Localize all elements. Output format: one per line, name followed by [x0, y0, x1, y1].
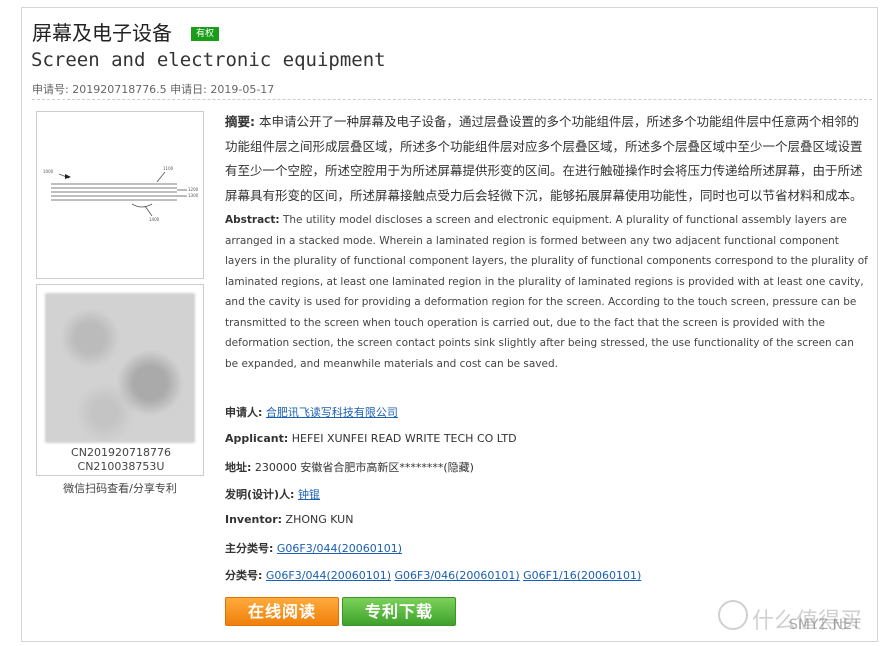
inventor-en-value: ZHONG KUN — [285, 513, 354, 526]
abstract-en-text: The utility model discloses a screen and… — [225, 214, 868, 370]
main-class-label: 主分类号: — [225, 542, 274, 555]
watermark-site: SMYZ.NET — [789, 617, 861, 633]
patent-drawing: 1000 1100 1200 1300 1400 — [43, 166, 199, 222]
applicant-en-label: Applicant: — [225, 432, 289, 445]
abstract-cn-text: 本申请公开了一种屏幕及电子设备，通过层叠设置的多个功能组件层，所述多个功能组件层… — [225, 114, 863, 203]
class-link[interactable]: G06F1/16(20060101) — [523, 569, 641, 582]
application-meta: 申请号: 201920718776.5 申请日: 2019-05-17 — [32, 83, 275, 96]
applicant-cn-label: 申请人: — [225, 406, 263, 419]
qr-code-panel: CN201920718776 CN210038753U — [36, 284, 204, 476]
abstract-cn: 摘要: 本申请公开了一种屏幕及电子设备，通过层叠设置的多个功能组件层，所述多个功… — [225, 110, 868, 208]
main-class-link[interactable]: G06F3/044(20060101) — [277, 542, 402, 555]
status-badge: 有权 — [191, 27, 219, 41]
drawing-label: 1400 — [149, 217, 160, 222]
read-online-button[interactable]: 在线阅读 — [225, 597, 339, 626]
drawing-label: 1300 — [188, 193, 199, 198]
patent-title-cn: 屏幕及电子设备 — [32, 21, 172, 45]
arrow-icon — [65, 174, 71, 179]
qr-publication-number: CN210038753U — [77, 460, 165, 473]
drawing-label: 1200 — [188, 187, 199, 192]
classes-row: 分类号: G06F3/044(20060101) G06F3/046(20060… — [225, 567, 641, 583]
patent-drawing-thumbnail[interactable]: 1000 1100 1200 1300 1400 — [36, 111, 204, 279]
inventor-en-row: Inventor: ZHONG KUN — [225, 513, 353, 526]
address-label: 地址: — [225, 461, 252, 474]
drawing-label: 1000 — [43, 169, 54, 174]
patent-title-en: Screen and electronic equipment — [31, 49, 386, 71]
abstract-section: 摘要: 本申请公开了一种屏幕及电子设备，通过层叠设置的多个功能组件层，所述多个功… — [225, 110, 868, 374]
main-class-row: 主分类号: G06F3/044(20060101) — [225, 540, 402, 556]
download-patent-button[interactable]: 专利下载 — [342, 597, 456, 626]
qr-caption: 微信扫码查看/分享专利 — [63, 482, 177, 495]
drawing-label: 1100 — [163, 166, 174, 171]
divider — [32, 99, 872, 100]
qr-code-icon — [45, 293, 195, 443]
applicant-en-row: Applicant: HEFEI XUNFEI READ WRITE TECH … — [225, 432, 517, 445]
inventor-cn-label: 发明(设计)人: — [225, 488, 295, 501]
applicant-en-value: HEFEI XUNFEI READ WRITE TECH CO LTD — [291, 432, 517, 445]
inventor-cn-link[interactable]: 钟锟 — [298, 488, 320, 501]
class-link[interactable]: G06F3/046(20060101) — [395, 569, 520, 582]
applicant-cn-link[interactable]: 合肥讯飞读写科技有限公司 — [266, 406, 398, 419]
inventor-en-label: Inventor: — [225, 513, 283, 526]
applicant-cn-row: 申请人: 合肥讯飞读写科技有限公司 — [225, 404, 398, 420]
inventor-cn-row: 发明(设计)人: 钟锟 — [225, 486, 320, 502]
address-value: 230000 安徽省合肥市高新区********(隐藏) — [254, 461, 474, 474]
address-row: 地址: 230000 安徽省合肥市高新区********(隐藏) — [225, 459, 474, 475]
abstract-cn-label: 摘要: — [225, 114, 255, 129]
abstract-en-label: Abstract: — [225, 214, 280, 226]
watermark-logo-icon — [718, 600, 748, 630]
class-link[interactable]: G06F3/044(20060101) — [266, 569, 391, 582]
abstract-en: Abstract: The utility model discloses a … — [225, 210, 868, 374]
classes-label: 分类号: — [225, 569, 263, 582]
qr-patent-number: CN201920718776 — [71, 446, 171, 459]
